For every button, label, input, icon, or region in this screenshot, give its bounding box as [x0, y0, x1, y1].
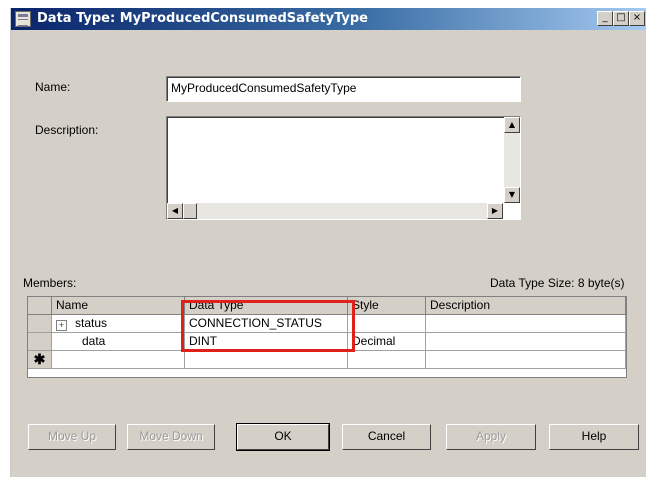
column-header-description[interactable]: Description — [426, 297, 626, 315]
ok-button[interactable]: OK — [236, 423, 330, 451]
row-marker[interactable] — [28, 333, 52, 351]
members-label: Members: — [23, 276, 77, 290]
app-icon — [15, 11, 31, 27]
grid-corner — [28, 297, 52, 315]
member-description-cell[interactable] — [426, 333, 626, 351]
window-title: Data Type: MyProducedConsumedSafetyType — [37, 11, 368, 26]
expand-plus-icon[interactable]: + — [56, 320, 67, 331]
member-name-cell[interactable] — [52, 351, 185, 369]
move-up-button[interactable]: Move Up — [28, 424, 116, 450]
member-name-cell[interactable]: + status — [52, 315, 185, 333]
column-header-style[interactable]: Style — [348, 297, 426, 315]
member-style-cell[interactable]: Decimal — [348, 333, 426, 351]
minimize-button[interactable]: _ — [597, 11, 613, 26]
scroll-right-arrow-icon[interactable]: ▶ — [487, 203, 503, 219]
title-bar[interactable]: Data Type: MyProducedConsumedSafetyType … — [11, 8, 646, 30]
description-vertical-scrollbar[interactable]: ▲ ▼ — [504, 117, 520, 203]
member-name: status — [75, 316, 108, 330]
name-label: Name: — [35, 80, 71, 94]
data-type-size: Data Type Size: 8 byte(s) — [490, 276, 625, 290]
description-field[interactable]: ▲ ▼ ◀ ▶ — [166, 116, 521, 220]
scroll-left-arrow-icon[interactable]: ◀ — [167, 203, 183, 219]
close-button[interactable]: × — [629, 11, 645, 26]
cancel-button[interactable]: Cancel — [342, 424, 431, 450]
member-style-cell[interactable] — [348, 315, 426, 333]
move-down-button[interactable]: Move Down — [127, 424, 215, 450]
member-data-type-cell[interactable] — [185, 351, 348, 369]
maximize-button[interactable]: □ — [613, 11, 629, 26]
scroll-down-arrow-icon[interactable]: ▼ — [504, 187, 520, 203]
description-label: Description: — [35, 123, 99, 137]
horizontal-scroll-thumb[interactable] — [183, 203, 197, 219]
scroll-up-arrow-icon[interactable]: ▲ — [504, 117, 520, 133]
member-description-cell[interactable] — [426, 351, 626, 369]
data-type-highlight-box — [181, 300, 355, 352]
row-marker[interactable] — [28, 315, 52, 333]
member-name-cell[interactable]: data — [52, 333, 185, 351]
help-button[interactable]: Help — [549, 424, 639, 450]
new-row-asterisk-icon[interactable]: ✱ — [28, 351, 52, 369]
member-style-cell[interactable] — [348, 351, 426, 369]
column-header-name[interactable]: Name — [52, 297, 185, 315]
member-description-cell[interactable] — [426, 315, 626, 333]
name-field-value: MyProducedConsumedSafetyType — [171, 81, 357, 95]
name-field[interactable]: MyProducedConsumedSafetyType — [166, 76, 521, 102]
data-type-dialog: Data Type: MyProducedConsumedSafetyType … — [10, 8, 646, 477]
description-horizontal-scrollbar[interactable]: ◀ ▶ — [167, 203, 503, 219]
apply-button[interactable]: Apply — [446, 424, 536, 450]
